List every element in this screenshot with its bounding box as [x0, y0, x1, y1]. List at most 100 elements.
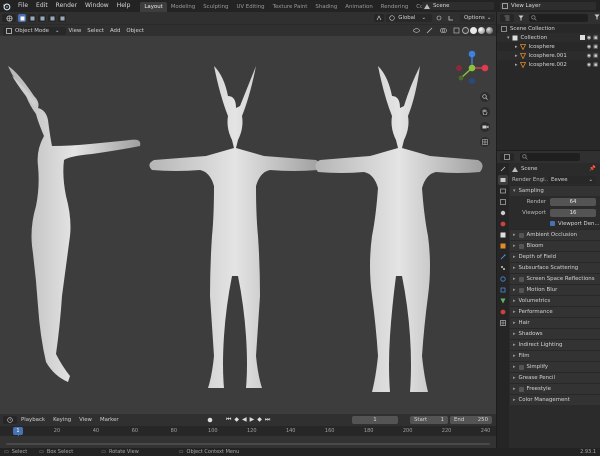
outliner-row-scene-collection[interactable]: Scene Collection	[497, 24, 600, 33]
panel-ambient-occlusion[interactable]: ▸ Ambient Occlusion	[510, 229, 600, 240]
panel-checkbox[interactable]	[518, 386, 524, 392]
constraints-tab-icon[interactable]	[498, 285, 508, 295]
menu-keying[interactable]: Keying	[49, 417, 75, 423]
panel-bloom[interactable]: ▸ Bloom	[510, 240, 600, 251]
playhead[interactable]: 1	[13, 427, 23, 435]
prev-keyframe-icon[interactable]: ◆	[234, 416, 239, 424]
viewport-samples-field[interactable]: 16	[550, 208, 596, 217]
timeline-ruler[interactable]: 0204060801001201401601802002202401	[0, 426, 496, 448]
menu-render[interactable]: Render	[52, 0, 81, 12]
outliner-editor-type-button[interactable]	[500, 14, 514, 22]
tab-uv-editing[interactable]: UV Editing	[232, 2, 268, 12]
properties-editor-type-button[interactable]	[500, 153, 514, 161]
menu-marker[interactable]: Marker	[96, 417, 123, 423]
tool-tab-icon[interactable]	[498, 164, 508, 174]
menu-file[interactable]: File	[14, 0, 32, 12]
scrollbar[interactable]	[6, 443, 490, 445]
outliner-row-icosphere[interactable]: ▸ Icosphere ◉ ▣	[497, 42, 600, 51]
start-frame-field[interactable]: Start 1	[410, 416, 448, 424]
expand-arrow-icon[interactable]: ▸	[515, 53, 518, 59]
panel-motion-blur[interactable]: ▸ Motion Blur	[510, 284, 600, 295]
visibility-icon[interactable]	[411, 27, 421, 35]
tab-rendering[interactable]: Rendering	[377, 2, 413, 12]
tab-shading[interactable]: Shading	[311, 2, 341, 12]
zoom-icon[interactable]	[480, 92, 490, 102]
properties-search-input[interactable]	[520, 153, 580, 161]
snap-icon[interactable]	[446, 14, 456, 22]
outliner-filter-icon[interactable]	[518, 14, 526, 22]
figure-back-view[interactable]	[315, 66, 483, 392]
panel-checkbox[interactable]	[518, 276, 524, 282]
overlay-toggle-icon[interactable]	[437, 27, 449, 35]
panel-freestyle[interactable]: ▸ Freestyle	[510, 383, 600, 394]
play-reverse-icon[interactable]: ◀	[242, 416, 247, 424]
camera-icon[interactable]: ▣	[593, 44, 598, 50]
panel-checkbox[interactable]	[518, 364, 524, 370]
select-mode-intersect[interactable]	[58, 14, 66, 22]
jump-start-icon[interactable]: ⏮	[226, 416, 231, 424]
eye-icon[interactable]: ◉	[587, 53, 591, 59]
particles-tab-icon[interactable]	[498, 263, 508, 273]
panel-sampling[interactable]: ▾ Sampling	[510, 185, 600, 196]
editor-type-button[interactable]	[2, 14, 16, 22]
tab-modeling[interactable]: Modeling	[167, 2, 200, 12]
object-tab-icon[interactable]	[498, 241, 508, 251]
panel-indirect-lighting[interactable]: ▸ Indirect Lighting	[510, 339, 600, 350]
render-engine-dropdown[interactable]: Eevee ⌄	[548, 175, 596, 184]
camera-view-icon[interactable]	[480, 122, 490, 132]
tab-sculpting[interactable]: Sculpting	[199, 2, 232, 12]
menu-object[interactable]: Object	[123, 28, 147, 34]
panel-volumetrics[interactable]: ▸ Volumetrics	[510, 295, 600, 306]
panel-checkbox[interactable]	[518, 232, 524, 238]
tab-layout[interactable]: Layout	[140, 2, 167, 12]
physics-tab-icon[interactable]	[498, 274, 508, 284]
modifier-tab-icon[interactable]	[498, 252, 508, 262]
timeline-editor-type-button[interactable]	[3, 416, 17, 424]
wireframe-shading-icon[interactable]	[462, 27, 469, 34]
panel-film[interactable]: ▸ Film	[510, 350, 600, 361]
view-layer-selector[interactable]: View Layer	[500, 2, 596, 10]
viewport-denoise-checkbox[interactable]	[550, 221, 555, 226]
xray-toggle-icon[interactable]	[451, 27, 461, 35]
outliner-funnel-icon[interactable]	[594, 14, 600, 22]
outliner-row-collection[interactable]: ▾ Collection ◉ ▣	[497, 33, 600, 42]
figure-front-view[interactable]	[149, 66, 321, 388]
texture-tab-icon[interactable]	[498, 318, 508, 328]
record-icon[interactable]	[206, 416, 214, 424]
transform-orientation-icon[interactable]	[374, 14, 385, 22]
scene-selector[interactable]: Scene	[422, 2, 494, 10]
pivot-point-icon[interactable]	[434, 14, 444, 22]
panel-checkbox[interactable]	[518, 243, 524, 249]
menu-edit[interactable]: Edit	[32, 0, 52, 12]
menu-add[interactable]: Add	[107, 28, 123, 34]
expand-arrow-icon[interactable]: ▸	[515, 62, 518, 68]
panel-performance[interactable]: ▸ Performance	[510, 306, 600, 317]
menu-select[interactable]: Select	[84, 28, 107, 34]
orthographic-toggle-icon[interactable]	[480, 137, 490, 147]
eye-icon[interactable]: ◉	[587, 44, 591, 50]
end-frame-field[interactable]: End 250	[450, 416, 492, 424]
3d-viewport[interactable]: Global ⌄ Options ⌄ Object Mode ⌄ View Se…	[0, 12, 496, 414]
world-tab-icon[interactable]	[498, 219, 508, 229]
blender-logo-icon[interactable]	[0, 0, 12, 12]
camera-icon[interactable]: ▣	[593, 62, 598, 68]
data-tab-icon[interactable]	[498, 296, 508, 306]
eye-icon[interactable]: ◉	[587, 62, 591, 68]
menu-window[interactable]: Window	[81, 0, 113, 12]
navigation-gizmo[interactable]	[454, 50, 490, 86]
pin-icon[interactable]: 📌	[589, 166, 596, 172]
figure-side-view[interactable]	[8, 66, 141, 382]
orientation-dropdown[interactable]: Global ⌄	[386, 14, 432, 22]
panel-shadows[interactable]: ▸ Shadows	[510, 328, 600, 339]
tab-texture-paint[interactable]: Texture Paint	[269, 2, 312, 12]
scene-tab-icon[interactable]	[498, 208, 508, 218]
options-button[interactable]: Options ⌄	[460, 14, 496, 22]
material-tab-icon[interactable]	[498, 307, 508, 317]
camera-icon[interactable]: ▣	[593, 35, 598, 41]
outliner-row-icosphere-002[interactable]: ▸ Icosphere.002 ◉ ▣	[497, 60, 600, 69]
panel-hair[interactable]: ▸ Hair	[510, 317, 600, 328]
select-mode-new[interactable]	[18, 14, 26, 22]
timeline-track[interactable]	[0, 436, 496, 448]
mode-dropdown[interactable]: Object Mode ⌄	[3, 26, 66, 35]
select-mode-extend[interactable]	[28, 14, 36, 22]
